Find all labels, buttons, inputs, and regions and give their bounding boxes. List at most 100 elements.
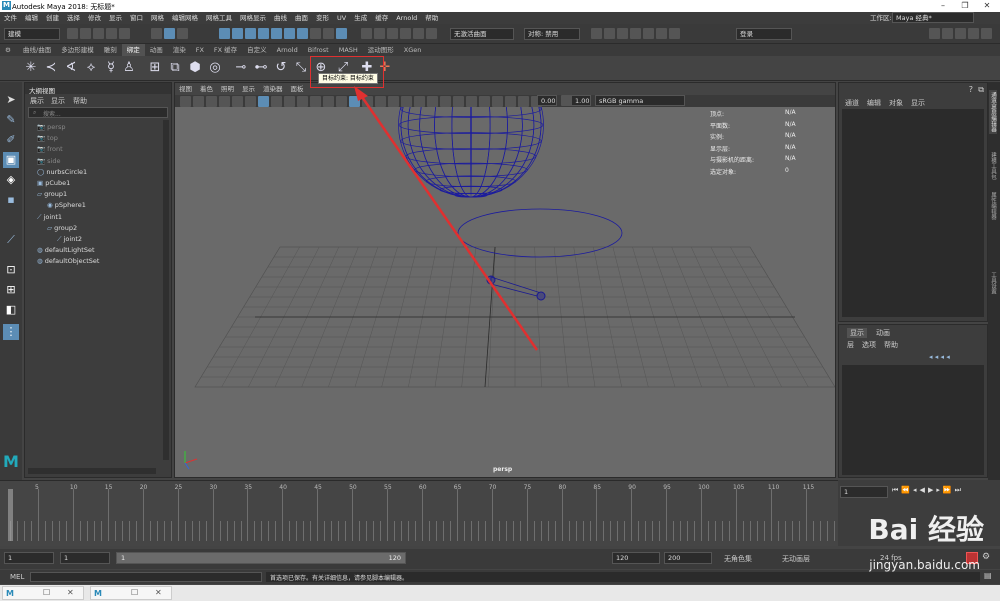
float-panel-icon[interactable]: ⧉ bbox=[978, 85, 984, 95]
ipr-render-icon[interactable] bbox=[617, 28, 628, 39]
gate-mask-icon[interactable] bbox=[297, 96, 308, 107]
modeling-toolkit-icon[interactable] bbox=[929, 28, 940, 39]
snap-curve-icon[interactable] bbox=[374, 28, 385, 39]
2d-pan-icon[interactable] bbox=[232, 96, 243, 107]
outliner-item[interactable]: ◉ pSphere1 bbox=[47, 201, 86, 209]
safe-title-icon[interactable] bbox=[336, 96, 347, 107]
move-layer-down-icon[interactable]: ◂ bbox=[935, 353, 939, 361]
outliner-item[interactable]: ◍ defaultLightSet bbox=[37, 246, 95, 254]
shelf-menu-icon[interactable]: ⚙ bbox=[0, 44, 18, 56]
shelf-tab-xgen[interactable]: XGen bbox=[399, 44, 427, 56]
new-layer-selected-icon[interactable]: ◂ bbox=[946, 353, 950, 361]
menu-create[interactable]: 创建 bbox=[42, 12, 63, 24]
taskbar-window-1[interactable]: M ☐ ✕ bbox=[2, 586, 84, 600]
viewport-panel[interactable]: 视图 着色 照明 显示 渲染器 面板 0.00 1.00 sRGB gamma 顶点: N/… bbox=[174, 82, 836, 478]
render-frame-icon[interactable] bbox=[604, 28, 615, 39]
taskbar-window-2[interactable]: M ☐ ✕ bbox=[90, 586, 172, 600]
ambient-occlusion-icon[interactable] bbox=[427, 96, 438, 107]
outliner-item[interactable]: ⟋ joint2 bbox=[57, 235, 82, 244]
quick-rig-icon[interactable]: ☿ bbox=[102, 59, 120, 77]
outliner-item[interactable]: ⟋ joint1 bbox=[37, 213, 62, 222]
go-to-end-icon[interactable]: ⏭ bbox=[955, 486, 964, 494]
menu-curves[interactable]: 曲线 bbox=[270, 12, 291, 24]
vtab-channel-box[interactable]: 通道盒/层编辑器 bbox=[989, 90, 997, 135]
humanik-icon[interactable]: ♙ bbox=[120, 59, 138, 77]
menu-surfaces[interactable]: 曲面 bbox=[291, 12, 312, 24]
shelf-tab-arnold[interactable]: Arnold bbox=[272, 44, 303, 56]
paint-select-icon[interactable]: ✐ bbox=[3, 132, 19, 148]
point-constraint-icon[interactable]: ⊷ bbox=[252, 59, 270, 77]
shelf-tab-polygons[interactable]: 多边形建模 bbox=[56, 44, 99, 56]
anim-start-field[interactable]: 1 bbox=[4, 552, 54, 564]
depth-of-field-icon[interactable] bbox=[466, 96, 477, 107]
locator-icon[interactable]: ✳ bbox=[22, 59, 40, 77]
shelf-tab-rigging[interactable]: 绑定 bbox=[121, 44, 145, 56]
vtab-tool-settings[interactable]: 工具设置 bbox=[989, 272, 997, 294]
vp-menu-show[interactable]: 显示 bbox=[238, 83, 259, 95]
shelf-tab-fx-caching[interactable]: FX 缓存 bbox=[209, 44, 242, 56]
snap-grid-icon[interactable] bbox=[361, 28, 372, 39]
menu-edit[interactable]: 编辑 bbox=[21, 12, 42, 24]
safe-action-icon[interactable] bbox=[323, 96, 334, 107]
go-to-start-icon[interactable]: ⏮ bbox=[892, 486, 901, 494]
minimize-icon[interactable]: – bbox=[932, 0, 954, 12]
anim-end-field[interactable]: 200 bbox=[664, 552, 712, 564]
last-tool-icon[interactable]: ⟋ bbox=[3, 232, 19, 248]
lock-selection-icon[interactable] bbox=[323, 28, 334, 39]
select-dynamics-icon[interactable] bbox=[284, 28, 295, 39]
anim-prefs-icon[interactable]: ⚙ bbox=[982, 552, 994, 564]
outliner-item[interactable]: 📷 side bbox=[37, 157, 61, 165]
outliner-item[interactable]: ◍ defaultObjectSet bbox=[37, 257, 99, 265]
camera-attr-icon[interactable] bbox=[193, 96, 204, 107]
outliner-item[interactable]: ▱ group1 bbox=[37, 190, 67, 198]
range-slider-fill[interactable] bbox=[117, 553, 405, 563]
redo-icon[interactable] bbox=[119, 28, 130, 39]
grid-toggle-icon[interactable] bbox=[258, 96, 269, 107]
select-misc-icon[interactable] bbox=[310, 28, 321, 39]
image-plane-icon[interactable] bbox=[219, 96, 230, 107]
highlight-selection-icon[interactable] bbox=[336, 28, 347, 39]
anti-alias-icon[interactable] bbox=[453, 96, 464, 107]
orient-constraint-icon[interactable]: ↺ bbox=[272, 59, 290, 77]
mel-label[interactable]: MEL bbox=[10, 573, 24, 581]
field-chart-icon[interactable] bbox=[310, 96, 321, 107]
shelf-tab-mash[interactable]: MASH bbox=[334, 44, 363, 56]
rotate-tool-icon[interactable]: ◈ bbox=[3, 172, 19, 188]
single-perspective-icon[interactable]: ⊡ bbox=[3, 262, 19, 278]
select-rendering-icon[interactable] bbox=[297, 28, 308, 39]
paint-skin-weights-icon[interactable]: ⬢ bbox=[186, 59, 204, 77]
shelf-tab-motion-graphics[interactable]: 运动图形 bbox=[363, 44, 399, 56]
render-view-icon[interactable] bbox=[591, 28, 602, 39]
parent-constraint-icon[interactable]: ⊸ bbox=[232, 59, 250, 77]
lasso-tool-icon[interactable]: ✎ bbox=[3, 112, 19, 128]
vtab-modeling-toolkit[interactable]: 建模工具包 bbox=[989, 152, 997, 180]
xray-joints-icon[interactable] bbox=[505, 96, 516, 107]
outliner-item[interactable]: ▣ pCube1 bbox=[37, 179, 70, 187]
shelf-tab-animation[interactable]: 动画 bbox=[145, 44, 168, 56]
current-frame-field[interactable]: 1 bbox=[840, 486, 888, 498]
outliner-item[interactable]: 📷 top bbox=[37, 134, 58, 142]
tool-settings-icon[interactable] bbox=[955, 28, 966, 39]
undo-icon[interactable] bbox=[106, 28, 117, 39]
scale-constraint-icon[interactable]: ⤡ bbox=[292, 59, 310, 77]
colorspace-select[interactable]: sRGB gamma bbox=[595, 95, 685, 106]
grease-pencil-icon[interactable] bbox=[245, 96, 256, 107]
play-backward-icon[interactable]: ◀ bbox=[920, 486, 928, 494]
menu-deform[interactable]: 变形 bbox=[312, 12, 333, 24]
outliner-item[interactable]: ▱ group2 bbox=[47, 224, 77, 232]
script-editor-icon[interactable]: ▤ bbox=[984, 571, 992, 580]
menu-select[interactable]: 选择 bbox=[63, 12, 84, 24]
menu-uv[interactable]: UV bbox=[333, 12, 350, 24]
menu-arnold[interactable]: Arnold bbox=[392, 12, 421, 24]
ik-spline-icon[interactable]: ⟡ bbox=[82, 59, 100, 77]
shelf-tab-sculpting[interactable]: 雕刻 bbox=[99, 44, 122, 56]
menu-window[interactable]: 窗口 bbox=[126, 12, 147, 24]
layer-tab-display[interactable]: 显示 bbox=[847, 328, 867, 338]
vp-menu-panels[interactable]: 面板 bbox=[287, 83, 308, 95]
outliner-toggle-icon[interactable] bbox=[981, 28, 992, 39]
menu-help[interactable]: 帮助 bbox=[421, 12, 442, 24]
layout-outliner-icon[interactable]: ⋮ bbox=[3, 324, 19, 340]
xray-active-icon[interactable] bbox=[518, 96, 529, 107]
scale-tool-icon[interactable]: ▪ bbox=[3, 192, 19, 208]
menu-edit-mesh[interactable]: 编辑网格 bbox=[168, 12, 202, 24]
